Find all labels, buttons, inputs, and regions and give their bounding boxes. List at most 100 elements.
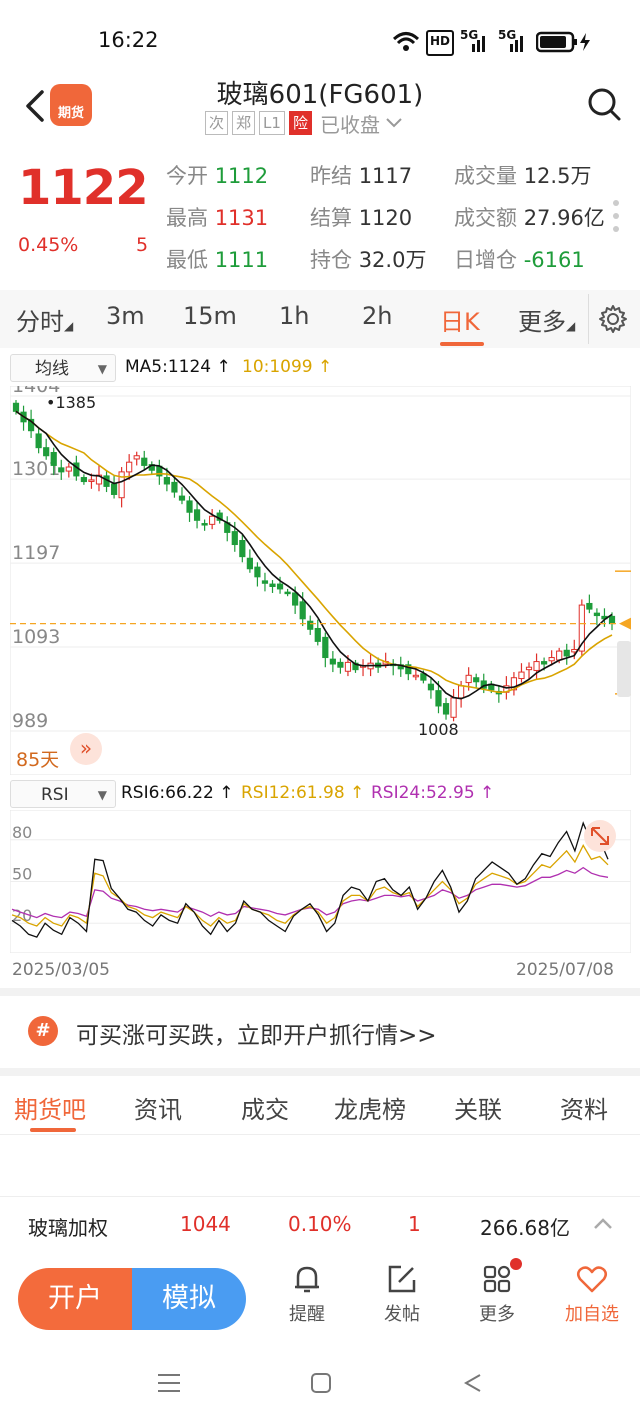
chevron-down-icon[interactable] [384, 116, 404, 130]
rsi-indicator-select[interactable]: RSI ▼ [10, 780, 116, 808]
stat-label: 最高 [166, 206, 208, 230]
candle-body [548, 657, 555, 662]
stat-label: 成交量 [454, 164, 517, 188]
rsi24-text: RSI24:52.95 [371, 783, 475, 803]
wifi-icon [392, 32, 420, 51]
menu-icon[interactable] [156, 1372, 182, 1394]
more-button[interactable]: 更多 [462, 1262, 532, 1326]
tab-3m[interactable]: 3m [106, 302, 145, 330]
candle-body [43, 447, 50, 457]
candle-body [171, 481, 178, 493]
tab-2h[interactable]: 2h [362, 302, 392, 330]
tab-1h[interactable]: 1h [279, 302, 309, 330]
favorite-label: 加自选 [565, 1304, 619, 1325]
ma5-value: MA5:1124 ↑ [125, 357, 231, 377]
signal-icon [472, 36, 485, 52]
y-tick-label: 989 [12, 710, 48, 732]
ma-indicator-select[interactable]: 均线 ▼ [10, 354, 116, 382]
candle-body [246, 557, 253, 570]
candle-body [465, 674, 472, 684]
open-interest-stat: 持仓 32.0万 [310, 244, 426, 274]
tab-timeshare[interactable]: 分时◢ [16, 302, 73, 337]
divider [0, 988, 640, 996]
add-favorite-button[interactable]: 加自选 [557, 1262, 627, 1326]
expand-range-icon[interactable]: » [70, 733, 102, 765]
clock: 16:22 [98, 28, 159, 52]
search-icon[interactable] [586, 86, 622, 122]
ma-select-label: 均线 [35, 359, 69, 379]
stat-value: 1117 [358, 164, 413, 188]
candle-body [533, 661, 540, 671]
candle-body [80, 477, 87, 483]
post-button[interactable]: 发帖 [367, 1262, 437, 1326]
chevron-up-icon[interactable] [592, 1215, 614, 1231]
candle-body [239, 539, 246, 558]
market-status[interactable]: 已收盘 [320, 109, 380, 138]
active-tab-indicator [30, 1128, 76, 1132]
ticker-change: 1 [408, 1212, 421, 1236]
candle-body [178, 495, 186, 501]
settings-gear-icon[interactable] [598, 304, 628, 334]
tag-risk[interactable]: 险 [288, 111, 312, 135]
candle-body [12, 402, 20, 412]
tab-forum[interactable]: 期货吧 [14, 1090, 86, 1125]
tab-trades[interactable]: 成交 [241, 1090, 289, 1125]
candle-body [344, 661, 352, 672]
up-arrow-icon: ↑ [474, 783, 495, 803]
turnover-stat: 成交额 27.96亿 [454, 202, 605, 232]
low-stat: 最低 1111 [166, 244, 268, 274]
open-account-button[interactable]: 开户 [18, 1268, 132, 1330]
status-bar: 16:22 HD 5G 5G [0, 0, 640, 80]
candle-body [412, 674, 419, 678]
candle-body [435, 690, 442, 707]
tab-daily-k[interactable]: 日K [440, 302, 480, 337]
ticker-name: 玻璃加权 [28, 1216, 108, 1240]
stat-label: 昨结 [310, 164, 352, 188]
tab-related[interactable]: 关联 [454, 1090, 502, 1125]
candle-body [450, 697, 457, 718]
tag-exchange: 郑 [232, 111, 256, 135]
tab-more[interactable]: 更多◢ [518, 302, 575, 337]
chart-frame [10, 386, 631, 775]
ticker-price: 1044 [180, 1212, 231, 1236]
scroll-handle [617, 641, 631, 697]
tab-15m[interactable]: 15m [183, 302, 237, 330]
y-tick-label: 80 [12, 823, 32, 842]
chevron-down-icon: ▼ [97, 788, 107, 802]
divider [0, 1134, 640, 1135]
settle-stat: 结算 1120 [310, 202, 412, 232]
candle-body [337, 661, 344, 668]
remind-button[interactable]: 提醒 [272, 1262, 342, 1326]
home-icon[interactable] [310, 1372, 332, 1394]
change-value: 5 [136, 234, 149, 256]
candle-body [314, 627, 321, 642]
open-account-promo-link[interactable]: 可买涨可买跌，立即开户抓行情>> [76, 1016, 437, 1050]
rsi-chart[interactable]: 805020 [10, 810, 631, 953]
more-dots-icon[interactable] [612, 198, 620, 234]
tab-top-list[interactable]: 龙虎榜 [334, 1090, 406, 1125]
candle-body [563, 649, 570, 657]
rsi12-value: RSI12:61.98 ↑ [241, 783, 364, 803]
simulate-trade-button[interactable]: 模拟 [132, 1268, 246, 1330]
candle-body [541, 661, 548, 665]
active-tab-indicator [440, 342, 484, 346]
candle-body [50, 452, 57, 466]
tab-profile[interactable]: 资料 [560, 1090, 608, 1125]
tag-sub: 次 [205, 111, 229, 135]
hd-icon: HD [426, 30, 455, 56]
candle-body [269, 583, 276, 588]
candle-body [608, 615, 616, 625]
edit-icon [388, 1265, 416, 1293]
ma5-text: MA5:1124 [125, 357, 212, 377]
kline-chart[interactable]: 1404130111971093989•13851008 [10, 386, 631, 775]
stat-value: 32.0万 [358, 248, 427, 272]
candle-body [473, 677, 480, 683]
candle-body [586, 602, 593, 610]
candle-body [442, 703, 450, 715]
candle-body [141, 457, 148, 466]
post-label: 发帖 [384, 1304, 420, 1325]
back-nav-icon[interactable] [462, 1372, 484, 1394]
stat-value: 27.96亿 [523, 206, 605, 230]
tab-news[interactable]: 资讯 [134, 1090, 182, 1125]
heart-icon [577, 1266, 607, 1293]
